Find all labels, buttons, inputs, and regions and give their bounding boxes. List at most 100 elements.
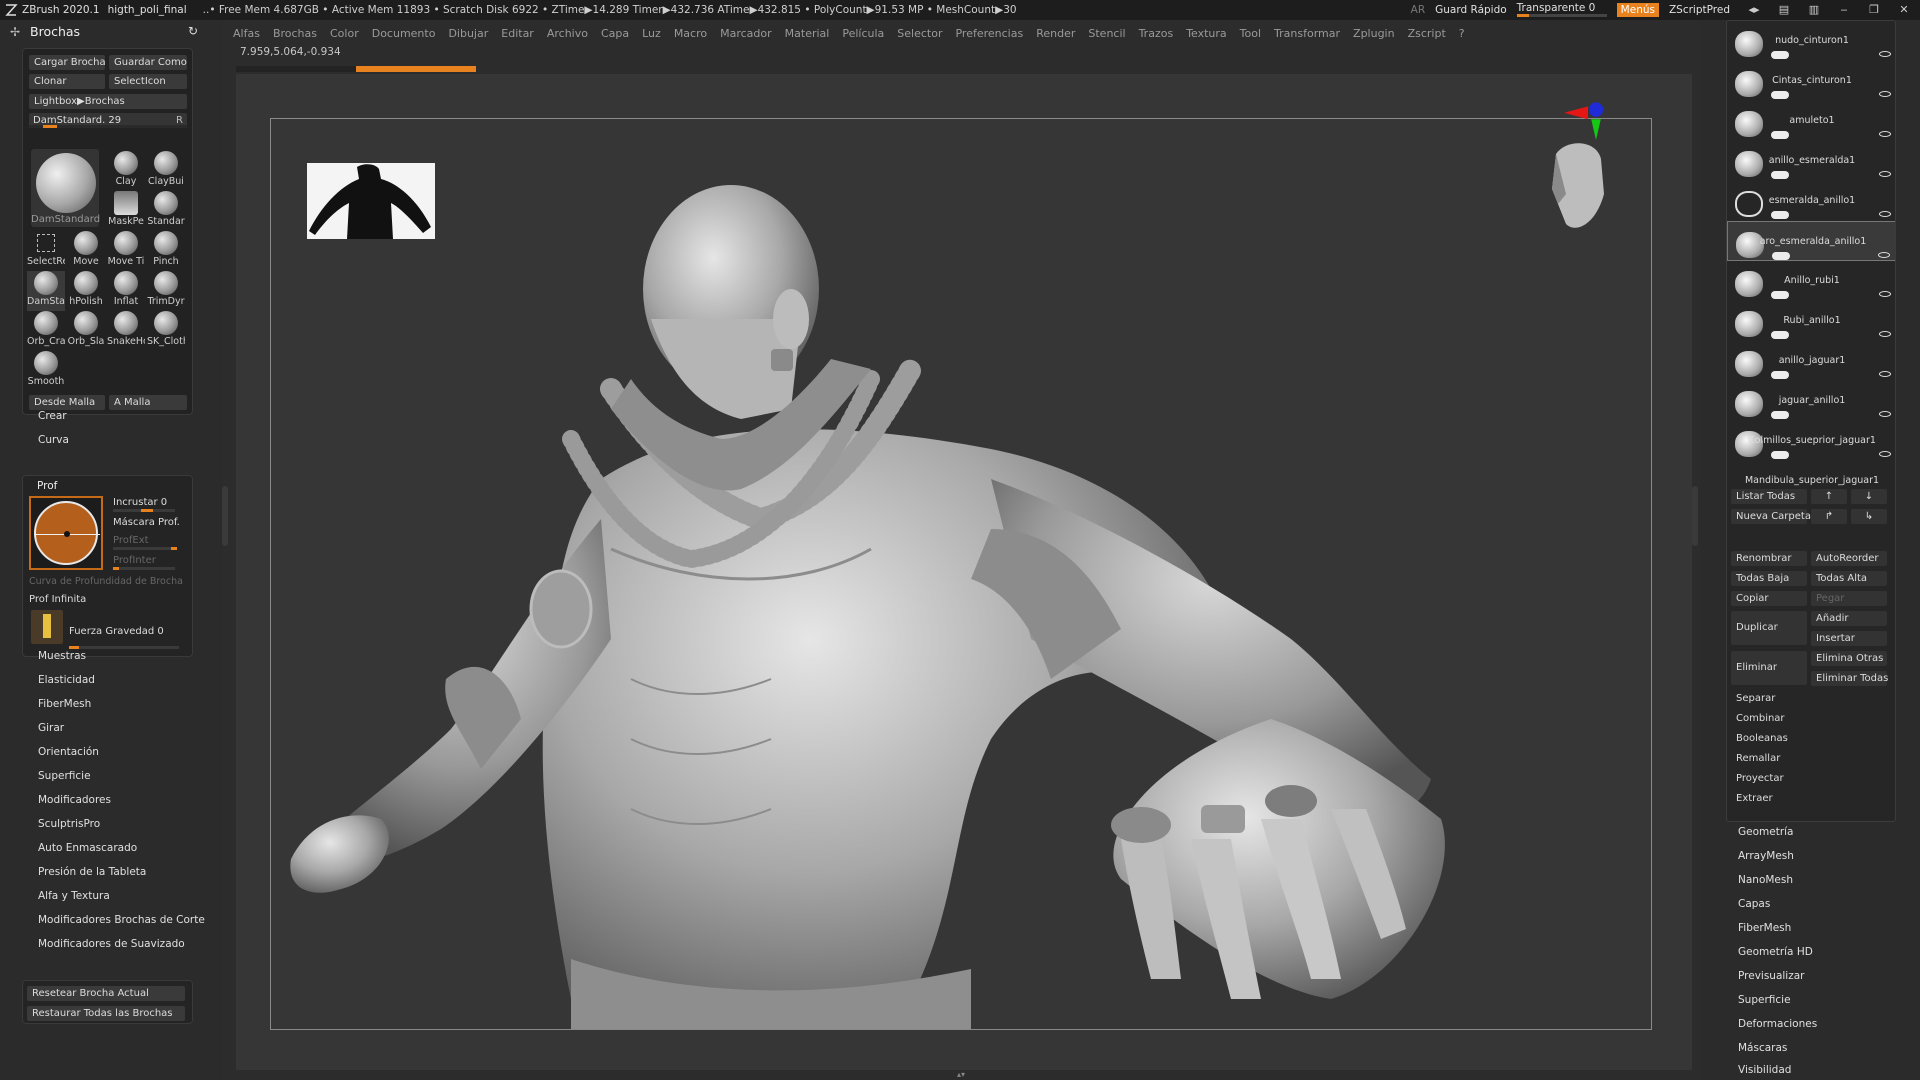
- save-as-button[interactable]: Guardar Como: [109, 55, 187, 70]
- brush-movetopological[interactable]: Move Ti: [107, 231, 145, 271]
- brush-move[interactable]: Move: [67, 231, 105, 271]
- eye-icon[interactable]: [1879, 91, 1891, 97]
- eye-icon[interactable]: [1879, 291, 1891, 297]
- menu-fibermesh[interactable]: FiberMesh: [38, 698, 91, 710]
- eye-icon[interactable]: [1878, 252, 1890, 258]
- list-all-button[interactable]: Listar Todas: [1731, 489, 1807, 504]
- brush-sk-cloth[interactable]: SK_Cloth: [147, 311, 185, 351]
- toggle-on-icon[interactable]: [1771, 131, 1789, 139]
- gravity-label[interactable]: Fuerza Gravedad 0: [69, 626, 164, 637]
- menu-capas[interactable]: Capas: [1738, 898, 1770, 910]
- clone-button[interactable]: Clonar: [29, 74, 105, 89]
- layout-icon[interactable]: ◂▸: [1748, 4, 1760, 15]
- sculpt-canvas[interactable]: [270, 118, 1652, 1030]
- move-down-icon[interactable]: ↓: [1851, 489, 1887, 504]
- menu-mod-suavizado[interactable]: Modificadores de Suavizado: [38, 938, 185, 950]
- navigation-thumbnail[interactable]: [307, 163, 435, 239]
- imbed-label[interactable]: Incrustar 0: [113, 497, 167, 508]
- menu-auto-enmascarado[interactable]: Auto Enmascarado: [38, 842, 137, 854]
- menu-mascaras[interactable]: Máscaras: [1738, 1042, 1787, 1054]
- document-viewport[interactable]: [236, 74, 1692, 1070]
- quicksave-button[interactable]: Guard Rápido: [1435, 4, 1507, 16]
- restore-brushes-button[interactable]: Restaurar Todas las Brochas: [27, 1006, 185, 1021]
- brush-orb-cracks[interactable]: Orb_Cra: [27, 311, 65, 351]
- menu-pelicula[interactable]: Película: [842, 27, 884, 40]
- lightbox-brushes-button[interactable]: Lightbox▶Brochas: [29, 94, 187, 109]
- navigation-head-icon[interactable]: [1536, 134, 1616, 244]
- subtool-item[interactable]: jaguar_anillo1: [1727, 381, 1895, 421]
- eye-icon[interactable]: [1879, 211, 1891, 217]
- menu-selector[interactable]: Selector: [897, 27, 942, 40]
- from-mesh-button[interactable]: Desde Malla: [29, 395, 105, 410]
- menu-elasticidad[interactable]: Elasticidad: [38, 674, 95, 686]
- all-low-button[interactable]: Todas Baja: [1731, 571, 1807, 586]
- split-menu[interactable]: Separar: [1731, 691, 1889, 706]
- right-tray-grip[interactable]: [1692, 486, 1698, 546]
- eye-icon[interactable]: [1879, 451, 1891, 457]
- reset-brush-button[interactable]: Resetear Brocha Actual: [27, 986, 185, 1001]
- menu-luz[interactable]: Luz: [642, 27, 661, 40]
- brush-claybuildup[interactable]: ClayBui: [147, 151, 185, 191]
- load-brush-button[interactable]: Cargar Brocha: [29, 55, 105, 70]
- delete-button[interactable]: Eliminar: [1731, 651, 1807, 685]
- subtool-item[interactable]: amuleto1: [1727, 101, 1895, 141]
- brush-palette-header[interactable]: ✢ Brochas ↻: [10, 24, 198, 39]
- menu-previsualizar[interactable]: Previsualizar: [1738, 970, 1804, 982]
- menu-modificadores[interactable]: Modificadores: [38, 794, 111, 806]
- move-up-icon[interactable]: ↑: [1811, 489, 1847, 504]
- subtool-item[interactable]: anillo_jaguar1: [1727, 341, 1895, 381]
- ui-icon[interactable]: ▤: [1778, 4, 1790, 15]
- menu-arraymesh[interactable]: ArrayMesh: [1738, 850, 1794, 862]
- menu-color[interactable]: Color: [330, 27, 359, 40]
- menu-deformaciones[interactable]: Deformaciones: [1738, 1018, 1817, 1030]
- menu-superficie[interactable]: Superficie: [38, 770, 91, 782]
- infinite-depth-label[interactable]: Prof Infinita: [29, 594, 86, 605]
- refresh-icon[interactable]: ↻: [188, 24, 198, 38]
- arrow-down-right-icon[interactable]: ↳: [1851, 509, 1887, 524]
- paste-button[interactable]: Pegar: [1811, 591, 1887, 606]
- subtool-item[interactable]: nudo_cinturon1: [1727, 21, 1895, 61]
- menu-nanomesh[interactable]: NanoMesh: [1738, 874, 1793, 886]
- delete-other-button[interactable]: Elimina Otras: [1811, 651, 1887, 666]
- brush-standard[interactable]: Standar: [147, 191, 185, 231]
- subtool-item[interactable]: Mandibula_superior_jaguar1: [1727, 461, 1895, 486]
- menu-macro[interactable]: Macro: [674, 27, 707, 40]
- menu-girar[interactable]: Girar: [38, 722, 64, 734]
- depth-curve-label[interactable]: Curva de Profundidad de Brocha: [29, 576, 183, 587]
- eye-icon[interactable]: [1879, 51, 1891, 57]
- all-high-button[interactable]: Todas Alta: [1811, 571, 1887, 586]
- brush-trimdynamic[interactable]: TrimDyr: [147, 271, 185, 311]
- eye-icon[interactable]: [1879, 411, 1891, 417]
- subtool-item[interactable]: anillo_esmeralda1: [1727, 141, 1895, 181]
- menu-transformar[interactable]: Transformar: [1274, 27, 1340, 40]
- brush-inflat[interactable]: Inflat: [107, 271, 145, 311]
- toggle-on-icon[interactable]: [1771, 211, 1789, 219]
- subtool-item[interactable]: Cintas_cinturon1: [1727, 61, 1895, 101]
- boolean-menu[interactable]: Booleanas: [1731, 731, 1889, 746]
- brush-hpolish[interactable]: hPolish: [67, 271, 105, 311]
- remesh-menu[interactable]: Remallar: [1731, 751, 1889, 766]
- new-folder-button[interactable]: Nueva Carpeta: [1731, 509, 1811, 524]
- menu-visibilidad[interactable]: Visibilidad: [1738, 1064, 1791, 1076]
- depth-dial[interactable]: [29, 496, 103, 570]
- brush-size-slider[interactable]: DamStandard. 29 R: [29, 113, 187, 128]
- menu-dibujar[interactable]: Dibujar: [448, 27, 488, 40]
- brush-maskpen[interactable]: MaskPe: [107, 191, 145, 231]
- menu-editar[interactable]: Editar: [501, 27, 534, 40]
- brush-pinch[interactable]: Pinch: [147, 231, 185, 271]
- arrow-up-right-icon[interactable]: ↱: [1811, 509, 1847, 524]
- maximize-icon[interactable]: ❐: [1868, 4, 1880, 15]
- menu-superficie-tool[interactable]: Superficie: [1738, 994, 1791, 1006]
- toggle-on-icon[interactable]: [1771, 371, 1789, 379]
- menu-mod-brochas-corte[interactable]: Modificadores Brochas de Corte: [38, 914, 205, 926]
- to-mesh-button[interactable]: A Malla: [109, 395, 187, 410]
- menu-zplugin[interactable]: Zplugin: [1353, 27, 1395, 40]
- current-brush-preview[interactable]: DamStandard: [31, 149, 100, 227]
- subtool-item[interactable]: Anillo_rubi1: [1727, 261, 1895, 301]
- menu-tool[interactable]: Tool: [1240, 27, 1261, 40]
- subtool-item[interactable]: Colmillos_sueprior_jaguar1: [1727, 421, 1895, 461]
- menu-crear[interactable]: Crear: [38, 410, 67, 422]
- toggle-on-icon[interactable]: [1771, 291, 1789, 299]
- menu-geometria[interactable]: Geometría: [1738, 826, 1794, 838]
- profinter-label[interactable]: ProfInter: [113, 555, 156, 566]
